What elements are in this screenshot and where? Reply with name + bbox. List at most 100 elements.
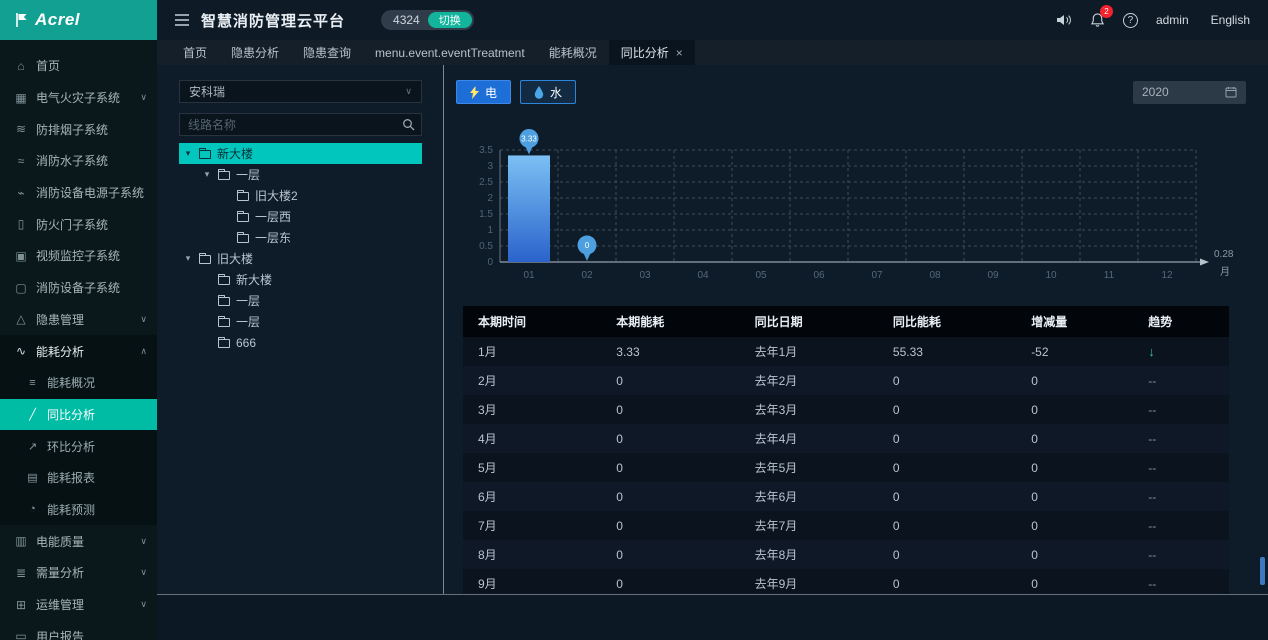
trend-cell: -- — [1133, 511, 1229, 540]
table-row: 1月3.33去年1月55.33-52↓ — [463, 337, 1229, 366]
year-picker[interactable]: 2020 — [1133, 81, 1246, 104]
table-header-row: 本期时间本期能耗同比日期同比能耗增减量趋势 — [463, 306, 1229, 337]
username[interactable]: admin — [1156, 13, 1189, 27]
trend-none: -- — [1148, 432, 1156, 446]
tree-node-label: 一层 — [236, 166, 260, 183]
table-cell: 0 — [601, 569, 739, 594]
tree-node[interactable]: 666 — [179, 332, 422, 353]
tree-node[interactable]: 一层东 — [179, 227, 422, 248]
folder-icon — [237, 234, 249, 243]
tree-node[interactable]: ▾新大楼 — [179, 143, 422, 164]
sidebar-subitem[interactable]: ≡能耗概况 — [0, 367, 157, 399]
search-icon[interactable] — [395, 114, 421, 135]
project-select[interactable]: 安科瑞 ∨ — [179, 80, 422, 103]
sidebar-item-label: 用户报告 — [36, 628, 147, 640]
electric-button[interactable]: 电 — [456, 80, 511, 104]
tree-node[interactable]: ▾旧大楼 — [179, 248, 422, 269]
table-row: 8月0去年8月00-- — [463, 540, 1229, 569]
scrollbar-thumb[interactable] — [1260, 557, 1265, 585]
sidebar-subitem-label: 能耗报表 — [47, 469, 95, 486]
sidebar-subitem[interactable]: ◔能耗预测 — [0, 494, 157, 526]
table-row: 5月0去年5月00-- — [463, 453, 1229, 482]
sidebar-item-label: 防排烟子系统 — [36, 121, 147, 138]
table-cell: 55.33 — [878, 337, 1016, 366]
sidebar-item-label: 隐患管理 — [36, 311, 132, 328]
table-row: 4月0去年4月00-- — [463, 424, 1229, 453]
sidebar-item[interactable]: ≈消防水子系统 — [0, 145, 157, 177]
brand-logo: Acrel — [0, 0, 157, 40]
sidebar-item-label: 能耗分析 — [36, 343, 132, 360]
sidebar-item[interactable]: ▢消防设备子系统 — [0, 272, 157, 304]
sidebar-item[interactable]: ▦电气火灾子系统∨ — [0, 82, 157, 114]
sidebar-item[interactable]: ≣需量分析∨ — [0, 557, 157, 589]
table-cell: 0 — [878, 569, 1016, 594]
yoy-bar-chart: 00.511.522.533.50.28月0102030405060708091… — [456, 112, 1246, 294]
table-cell: 3.33 — [601, 337, 739, 366]
sidebar-item[interactable]: ≋防排烟子系统 — [0, 113, 157, 145]
tab-item[interactable]: menu.event.eventTreatment — [363, 40, 537, 65]
sidebar-item[interactable]: ⌁消防设备电源子系统 — [0, 177, 157, 209]
tab-item[interactable]: 能耗概况 — [537, 40, 609, 65]
notification-bell-icon[interactable]: 2 — [1090, 12, 1105, 28]
table-header-cell: 本期能耗 — [601, 306, 739, 337]
tree-node[interactable]: 旧大楼2 — [179, 185, 422, 206]
trend-none: -- — [1148, 374, 1156, 388]
svg-text:05: 05 — [755, 270, 767, 281]
trend-none: -- — [1148, 577, 1156, 591]
sidebar-item-label: 视频监控子系统 — [36, 247, 147, 264]
table-cell: 0 — [1016, 366, 1133, 395]
tree-node[interactable]: 一层西 — [179, 206, 422, 227]
sidebar-item[interactable]: ▥电能质量∨ — [0, 525, 157, 557]
sidebar-subitem-label: 同比分析 — [47, 406, 95, 423]
svg-text:12: 12 — [1161, 270, 1173, 281]
tab-item[interactable]: 隐患查询 — [291, 40, 363, 65]
sidebar-item[interactable]: ⊞运维管理∨ — [0, 589, 157, 621]
fire-water-icon: ≈ — [14, 154, 28, 168]
water-button[interactable]: 水 — [520, 80, 576, 104]
tab-item[interactable]: 首页 — [171, 40, 219, 65]
tree-node[interactable]: ▾一层 — [179, 164, 422, 185]
switch-button[interactable]: 切换 — [428, 12, 472, 28]
tree-node[interactable]: 新大楼 — [179, 269, 422, 290]
menu-collapse-icon[interactable] — [175, 14, 189, 26]
search-input[interactable] — [180, 118, 395, 132]
volume-icon[interactable] — [1056, 13, 1072, 27]
energy-report-icon: ▤ — [26, 471, 39, 484]
sidebar-subitem[interactable]: ↗环比分析 — [0, 430, 157, 462]
tab-item[interactable]: 隐患分析 — [219, 40, 291, 65]
sidebar-subitem[interactable]: ╱同比分析 — [0, 399, 157, 431]
folder-icon — [237, 192, 249, 201]
tab-close-icon[interactable]: × — [676, 46, 683, 60]
trend-none: -- — [1148, 490, 1156, 504]
tree-node[interactable]: 一层 — [179, 311, 422, 332]
sidebar-item[interactable]: ▯防火门子系统 — [0, 208, 157, 240]
hazard-icon: △ — [14, 312, 28, 326]
folder-icon — [218, 318, 230, 327]
yoy-table: 本期时间本期能耗同比日期同比能耗增减量趋势 1月3.33去年1月55.33-52… — [463, 306, 1229, 594]
tab-item[interactable]: 同比分析× — [609, 40, 695, 65]
demand-icon: ≣ — [14, 566, 28, 580]
sidebar-item[interactable]: △隐患管理∨ — [0, 304, 157, 336]
table-cell: 0 — [878, 424, 1016, 453]
svg-text:01: 01 — [523, 270, 535, 281]
tree-node[interactable]: 一层 — [179, 290, 422, 311]
tree-node-label: 旧大楼2 — [255, 187, 298, 204]
app-root: Acrel ⌂首页▦电气火灾子系统∨≋防排烟子系统≈消防水子系统⌁消防设备电源子… — [0, 0, 1268, 640]
table-cell: 去年1月 — [740, 337, 878, 366]
table-cell: 0 — [878, 453, 1016, 482]
electric-fire-icon: ▦ — [14, 91, 28, 105]
sidebar-subitem[interactable]: ▤ 能耗报表 — [0, 462, 157, 494]
sidebar-item[interactable]: ▣视频监控子系统 — [0, 240, 157, 272]
language-switch[interactable]: English — [1211, 13, 1250, 27]
help-icon[interactable]: ? — [1123, 13, 1138, 28]
trend-cell: ↓ — [1133, 337, 1229, 366]
sidebar-submenu: ≡能耗概况╱同比分析↗环比分析 ▤ 能耗报表 ◔能耗预测 — [0, 367, 157, 525]
folder-icon — [218, 339, 230, 348]
sidebar-item[interactable]: ⌂首页 — [0, 50, 157, 82]
main-column: 智慧消防管理云平台 4324 切换 2 ? admin English 首页隐患… — [157, 0, 1268, 640]
app-title: 智慧消防管理云平台 — [201, 10, 345, 31]
sidebar-item[interactable]: ▭用户报告 — [0, 620, 157, 640]
table-cell: 6月 — [463, 482, 601, 511]
project-select-value: 安科瑞 — [189, 83, 225, 100]
sidebar-item[interactable]: ∿能耗分析∧ — [0, 335, 157, 367]
